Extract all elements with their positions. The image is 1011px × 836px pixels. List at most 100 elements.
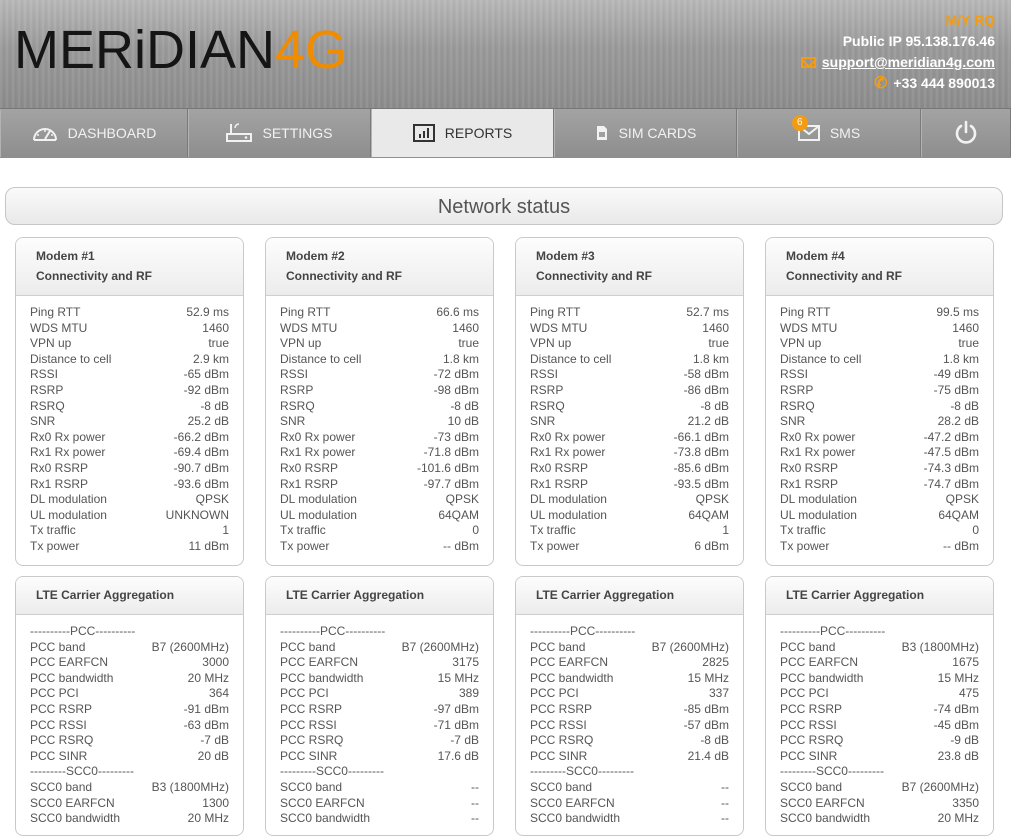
stat-label: Rx0 RSRP	[280, 460, 339, 475]
stat-label: RSRP	[780, 382, 814, 397]
stat-row: Rx0 RSRP -101.6 dBm	[280, 461, 479, 477]
stat-label: UL modulation	[30, 507, 107, 522]
stat-row: Rx1 Rx power -71.8 dBm	[280, 445, 479, 461]
stat-row: PCC RSSI -57 dBm	[530, 718, 729, 734]
modem-4-connectivity-card: Modem #4 Connectivity and RF Ping RTT 99…	[765, 237, 994, 566]
stat-label: PCC SINR	[780, 748, 838, 763]
stat-value: -75 dBm	[933, 382, 979, 397]
stat-label: PCC RSRP	[780, 701, 843, 716]
stat-row: SCC0 bandwidth 20 MHz	[30, 811, 229, 827]
stat-row: RSRQ -8 dB	[530, 399, 729, 415]
stat-row: SCC0 EARFCN --	[530, 796, 729, 812]
support-email-link[interactable]: support@meridian4g.com	[822, 52, 995, 73]
stat-label: Distance to cell	[530, 351, 612, 366]
scc0-separator: ---------SCC0---------	[780, 764, 884, 779]
stat-value: -9 dB	[950, 733, 979, 748]
stat-value: --	[721, 811, 729, 826]
modem-2-connectivity-card: Modem #2 Connectivity and RF Ping RTT 66…	[265, 237, 494, 566]
modem-2-lte-header: LTE Carrier Aggregation	[266, 577, 493, 615]
modem-3-title: Modem #3	[536, 249, 595, 263]
stat-row: Rx1 RSRP -97.7 dBm	[280, 477, 479, 493]
stat-row: PCC RSRP -85 dBm	[530, 702, 729, 718]
stat-value: QPSK	[445, 492, 479, 507]
stat-label: PCC SINR	[530, 748, 588, 763]
stat-label: Rx1 Rx power	[280, 445, 356, 460]
stat-value: 475	[958, 686, 979, 701]
power-button[interactable]	[921, 109, 1011, 157]
stat-value: -85.6 dBm	[673, 460, 729, 475]
stat-value: 3000	[202, 655, 229, 670]
stat-label: SCC0 band	[780, 779, 843, 794]
stat-value: 64QAM	[938, 507, 979, 522]
stat-label: Ping RTT	[530, 305, 581, 319]
stat-label: SCC0 bandwidth	[530, 811, 621, 826]
stat-value: QPSK	[695, 492, 729, 507]
stat-label: RSRQ	[780, 398, 815, 413]
stat-row: Rx1 Rx power -47.5 dBm	[780, 445, 979, 461]
stat-row: Rx1 Rx power -73.8 dBm	[530, 445, 729, 461]
stat-row: Rx1 RSRP -93.6 dBm	[30, 477, 229, 493]
modem-1-stats: Ping RTT 52.9 ms WDS MTU 1460 VPN up tru…	[16, 296, 243, 555]
stat-row: Distance to cell 1.8 km	[780, 352, 979, 368]
stat-label: RSRQ	[280, 398, 315, 413]
stat-value: 337	[708, 686, 729, 701]
stat-row: Ping RTT 52.9 ms	[30, 305, 229, 321]
stat-row: PCC EARFCN 1675	[780, 655, 979, 671]
tab-settings-label: SETTINGS	[262, 125, 333, 141]
stat-row: Tx traffic 1	[530, 523, 729, 539]
stat-value: -71.8 dBm	[423, 445, 479, 460]
stat-value: --	[721, 795, 729, 810]
stat-value: 2825	[702, 655, 729, 670]
modem-1-title: Modem #1	[36, 249, 95, 263]
stat-row: PCC EARFCN 3000	[30, 655, 229, 671]
stat-label: RSRQ	[530, 398, 565, 413]
stat-value: 1	[722, 523, 729, 538]
tab-reports[interactable]: REPORTS	[371, 109, 554, 157]
stat-label: Rx1 Rx power	[530, 445, 606, 460]
tab-dashboard[interactable]: DASHBOARD	[0, 109, 188, 157]
stat-value: -92 dBm	[183, 382, 229, 397]
stat-value: -71 dBm	[433, 717, 479, 732]
stat-label: DL modulation	[30, 492, 107, 507]
stat-label: SCC0 bandwidth	[30, 811, 121, 826]
stat-row: VPN up true	[530, 336, 729, 352]
stat-row: Distance to cell 1.8 km	[530, 352, 729, 368]
tab-sim-cards[interactable]: SIM CARDS	[554, 109, 737, 157]
stat-label: PCC EARFCN	[780, 655, 859, 670]
stat-row: Rx0 Rx power -66.2 dBm	[30, 430, 229, 446]
stat-label: Rx0 Rx power	[280, 429, 356, 444]
stat-value: --	[471, 811, 479, 826]
stat-row: RSRQ -8 dB	[30, 399, 229, 415]
stat-value: -63 dBm	[183, 717, 229, 732]
stat-label: UL modulation	[530, 507, 607, 522]
tab-reports-label: REPORTS	[444, 125, 513, 141]
stat-row: RSRP -86 dBm	[530, 383, 729, 399]
stat-label: RSSI	[280, 367, 309, 382]
stat-value: --	[471, 795, 479, 810]
stat-label: PCC RSRQ	[280, 733, 344, 748]
stat-row: VPN up true	[280, 336, 479, 352]
stat-label: DL modulation	[780, 492, 857, 507]
stat-label: Tx power	[30, 538, 80, 553]
stat-row: PCC band B7 (2600MHz)	[280, 640, 479, 656]
stat-value: -73.8 dBm	[673, 445, 729, 460]
stat-label: PCC PCI	[280, 686, 329, 701]
scc0-separator: ---------SCC0---------	[280, 764, 384, 779]
stat-row: Ping RTT 66.6 ms	[280, 305, 479, 321]
stat-label: Tx traffic	[30, 523, 76, 538]
stat-label: PCC band	[280, 639, 336, 654]
stat-label: UL modulation	[780, 507, 857, 522]
tab-settings[interactable]: SETTINGS	[188, 109, 371, 157]
mail-icon	[800, 57, 816, 68]
stat-row: Distance to cell 1.8 km	[280, 352, 479, 368]
stat-value: 23.8 dB	[937, 748, 979, 763]
tab-sms[interactable]: 6 SMS	[737, 109, 921, 157]
stat-label: Tx power	[780, 538, 830, 553]
stat-row: SNR 10 dB	[280, 414, 479, 430]
stat-label: SCC0 EARFCN	[780, 795, 865, 810]
stat-label: PCC RSSI	[30, 717, 87, 732]
stat-row: PCC RSRQ -7 dB	[280, 733, 479, 749]
stat-label: Tx traffic	[280, 523, 326, 538]
meridian4g-logo[interactable]: MERiDIAN4G	[14, 20, 347, 80]
stat-label: PCC RSSI	[280, 717, 337, 732]
